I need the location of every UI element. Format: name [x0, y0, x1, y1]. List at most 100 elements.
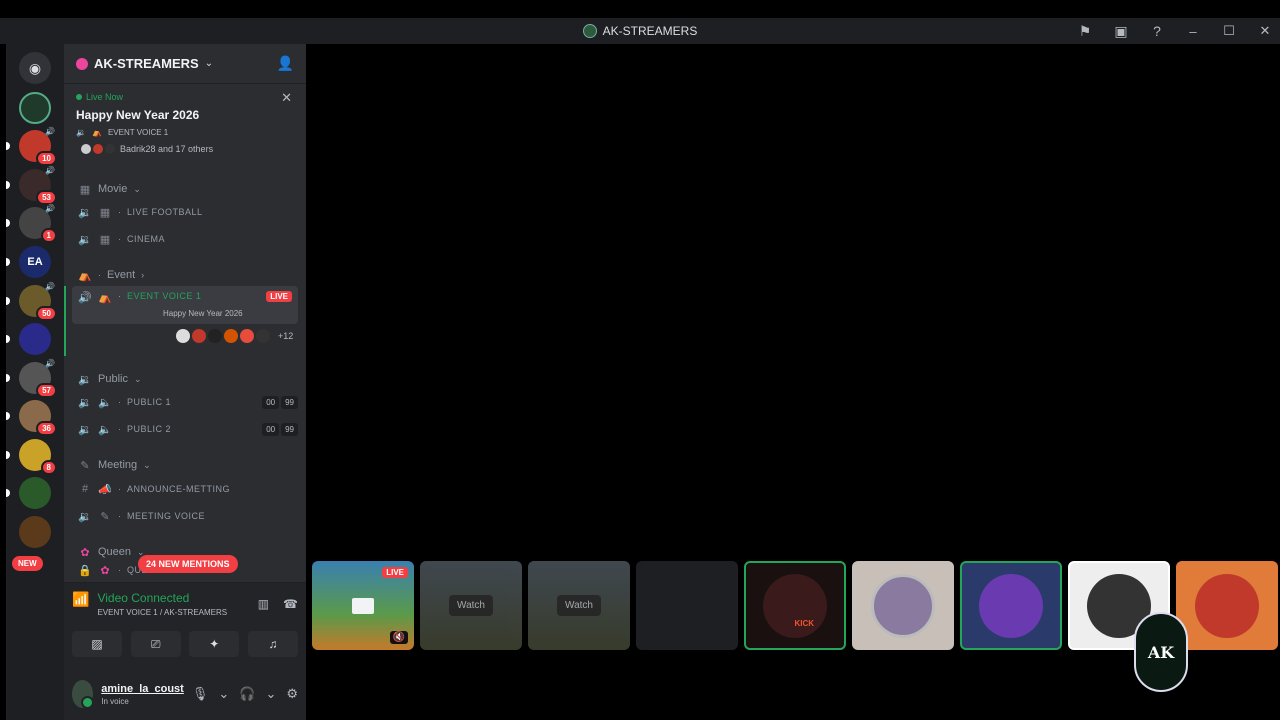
server-icon[interactable]: 36 [6, 400, 57, 436]
channel-public-2[interactable]: 🔉 🔈 · PUBLIC 2 00 99 [72, 417, 298, 441]
microphone-icon[interactable]: 🎙 [192, 686, 209, 702]
server-icon[interactable]: 🔊 53 [6, 166, 57, 205]
film-icon: ▦ [99, 233, 111, 246]
avatar [871, 573, 935, 638]
category-event[interactable]: ⛺ · Event › [72, 263, 298, 287]
avatar [92, 143, 104, 155]
speaker-icon: 🔊 [45, 359, 55, 368]
live-event-attendees: Badrik28 and 17 others [76, 143, 294, 155]
channel-public-1[interactable]: 🔉 🔈 · PUBLIC 1 00 99 [72, 390, 298, 414]
chevron-down-icon[interactable]: ⌄ [265, 686, 276, 702]
server-icon[interactable]: 🔊 50 [6, 282, 57, 321]
participant-tile[interactable] [960, 561, 1062, 650]
server-icon[interactable] [19, 516, 51, 548]
stream-tile[interactable]: Watch [420, 561, 522, 650]
avatar[interactable] [208, 329, 222, 343]
category-meeting[interactable]: ✎ Meeting ⌄ [72, 453, 298, 477]
chevron-down-icon: ⌄ [143, 459, 151, 470]
voice-icon: 🔉 [78, 423, 92, 436]
server-icon[interactable]: 🔊 1 [6, 204, 57, 243]
film-icon: ▦ [99, 206, 111, 219]
close-window-button[interactable]: ✕ [1256, 23, 1274, 39]
new-mentions-pill[interactable]: 24 NEW MENTIONS [138, 555, 238, 573]
activities-button[interactable]: ✦ [189, 631, 240, 657]
live-event-card[interactable]: Live Now Happy New Year 2026 🔉 ⛺ EVENT VOI… [64, 86, 306, 168]
server-icon[interactable]: 🔊 57 [6, 359, 57, 398]
home-button[interactable]: ◉ [19, 52, 51, 84]
category-public[interactable]: 🔉 Public ⌄ [72, 367, 298, 391]
server-icon[interactable]: 8 [6, 439, 57, 475]
user-limit: 00 99 [262, 422, 298, 436]
server-icon[interactable]: 🔊 10 [6, 127, 57, 166]
avatar [1195, 573, 1259, 638]
pen-icon: ✎ [80, 459, 90, 472]
noise-suppression-icon[interactable]: ▥ [258, 597, 269, 611]
user-panel: amine_la_coust In voice 🎙 ⌄ 🎧 ⌄ ⚙ [64, 668, 306, 720]
category-movie[interactable]: ▦ Movie ⌄ [72, 177, 298, 201]
flower-icon: ✿ [100, 564, 110, 577]
voice-status[interactable]: Video Connected [97, 591, 227, 605]
live-badge: LIVE [266, 291, 292, 302]
screen-share-button[interactable]: ⎚ [130, 631, 181, 657]
stream-tile[interactable]: LIVE 🔇 [312, 561, 414, 650]
server-icon-ea[interactable]: EA [6, 246, 51, 278]
channel-cinema[interactable]: 🔉 ▦ · CINEMA [72, 227, 298, 251]
avatar[interactable] [72, 680, 95, 709]
channel-live-football[interactable]: 🔉 ▦ · LIVE FOOTBALL [72, 200, 298, 224]
chevron-down-icon[interactable]: ⌄ [218, 686, 229, 702]
channel-status-text: Happy New Year 2026 [163, 309, 243, 318]
voice-connection-panel: 📶 Video Connected EVENT VOICE 1 / AK-STR… [64, 582, 306, 668]
new-unreads-pill[interactable]: NEW [12, 556, 43, 571]
avatar[interactable] [224, 329, 238, 343]
mute-icon[interactable]: 🔇 [389, 631, 408, 644]
minimize-button[interactable]: – [1184, 24, 1202, 39]
speaker-icon: 🔊 [45, 166, 55, 175]
server-header[interactable]: AK-STREAMERS ⌄ 👤 [64, 44, 306, 84]
voice-active-icon: 🔊 [78, 292, 92, 304]
channel-announce-metting[interactable]: # 📣 · ANNOUNCE-METTING [72, 477, 298, 501]
user-limit: 00 99 [262, 395, 298, 409]
avatar[interactable] [192, 329, 206, 343]
avatar[interactable] [176, 329, 190, 343]
stream-tile[interactable]: Watch [528, 561, 630, 650]
avatar[interactable] [240, 329, 254, 343]
pen-icon: ✎ [100, 510, 110, 523]
notification-badge: 53 [36, 190, 57, 205]
signal-icon[interactable]: 📶 [72, 591, 89, 608]
participant-tile[interactable] [636, 561, 738, 650]
voice-icon: 🔉 [78, 510, 92, 523]
gear-icon[interactable]: ⚙ [286, 686, 298, 702]
notification-badge: 1 [40, 228, 57, 243]
add-user-icon[interactable]: 👤 [277, 55, 294, 72]
avatar[interactable] [256, 329, 270, 343]
voice-icon: 🔉 [78, 206, 92, 219]
server-icon[interactable] [6, 323, 51, 355]
participant-tile[interactable]: KICK [744, 561, 846, 650]
tent-icon: ⛺ [91, 128, 102, 137]
camera-off-button[interactable]: ▨ [72, 631, 122, 657]
maximize-button[interactable]: ☐ [1220, 23, 1238, 39]
headphones-icon[interactable]: 🎧 [239, 686, 255, 702]
close-icon[interactable]: ✕ [281, 90, 292, 106]
chevron-down-icon: ⌄ [133, 373, 142, 384]
username[interactable]: amine_la_coust [101, 683, 184, 695]
voice-icon: 🔉 [78, 396, 92, 409]
server-icon[interactable] [6, 477, 51, 509]
participant-tile[interactable] [852, 561, 954, 650]
server-rail: ◉ 🔊 10 🔊 53 🔊 1 EA 🔊 50 🔊 57 36 8 NEW [6, 44, 64, 720]
channel-meeting-voice[interactable]: 🔉 ✎ · MEETING VOICE [72, 504, 298, 528]
soundboard-button[interactable]: ♫ [247, 631, 298, 657]
server-name: AK-STREAMERS [94, 56, 199, 71]
help-icon[interactable]: ? [1148, 22, 1166, 40]
voice-icon: 🔉 [78, 233, 92, 246]
channel-event-voice-1[interactable]: 🔊 ⛺ · EVENT VOICE 1 LIVE [72, 286, 298, 324]
voice-user-list[interactable]: +12 [176, 329, 293, 343]
watch-button[interactable]: Watch [557, 595, 601, 616]
disconnect-icon[interactable]: ☎ [283, 597, 298, 611]
server-icon[interactable] [19, 92, 51, 124]
watch-button[interactable]: Watch [449, 595, 493, 616]
inbox-icon[interactable]: ▣ [1112, 22, 1130, 40]
voice-location[interactable]: EVENT VOICE 1 / AK-STREAMERS [97, 608, 227, 617]
participant-tile[interactable] [1176, 561, 1278, 650]
flag-icon[interactable]: ⚑ [1076, 22, 1094, 40]
